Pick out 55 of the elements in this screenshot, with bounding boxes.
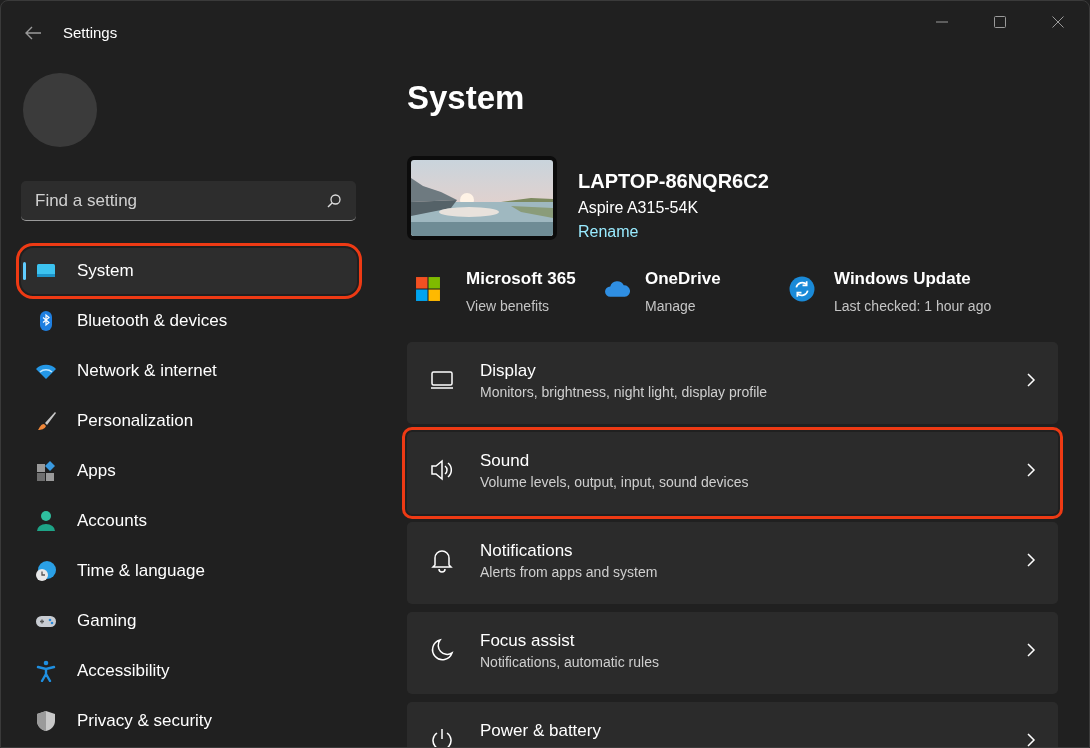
card-description: Volume levels, output, input, sound devices (480, 472, 749, 492)
sidebar-item[interactable]: Personalization (21, 398, 357, 444)
person-icon (35, 510, 57, 532)
globe-clock-icon (35, 560, 57, 582)
back-arrow-icon (24, 26, 42, 40)
selection-indicator (23, 262, 26, 280)
window-title: Settings (63, 22, 118, 43)
sidebar-item[interactable]: Bluetooth & devices (21, 298, 357, 344)
sidebar-item[interactable]: Time & language (21, 548, 357, 594)
settings-card[interactable]: Focus assist Notifications, automatic rules (407, 611, 1058, 694)
sidebar-item[interactable]: Gaming (21, 598, 357, 644)
chevron-right-icon (1026, 461, 1036, 478)
settings-card[interactable]: Display Monitors, brightness, night light, display profile (407, 341, 1058, 424)
settings-card[interactable]: Power & battery (407, 701, 1058, 747)
minimize-icon (936, 21, 948, 23)
search-field[interactable]: Find a setting (21, 181, 356, 221)
sidebar-item[interactable]: Accessibility (21, 648, 357, 694)
moon-icon (429, 636, 455, 663)
card-description: Notifications, automatic rules (480, 652, 659, 672)
chevron-right-icon (1026, 551, 1036, 568)
maximize-icon (994, 16, 1006, 28)
chevron-right-icon (1026, 731, 1036, 747)
sidebar-item[interactable]: Apps (21, 448, 357, 494)
sidebar-item[interactable]: Accounts (21, 498, 357, 544)
settings-card[interactable]: Notifications Alerts from apps and system (407, 521, 1058, 604)
quick-link-title[interactable]: Windows Update (834, 266, 992, 292)
quick-link-title[interactable]: OneDrive (645, 266, 721, 292)
card-title: Focus assist (480, 629, 576, 652)
card-title: Power & battery (480, 719, 601, 742)
quick-link-title[interactable]: Microsoft 365 (466, 266, 576, 292)
power-icon (429, 726, 455, 747)
apps-icon (35, 460, 57, 482)
sidebar-item[interactable]: Network & internet (21, 348, 357, 394)
sync-icon (789, 276, 815, 302)
card-title: Notifications (480, 539, 574, 562)
card-title: Display (480, 359, 537, 382)
shield-icon (35, 710, 57, 732)
accessibility-icon (35, 660, 57, 682)
brush-icon (35, 410, 57, 432)
chevron-right-icon (1026, 371, 1036, 388)
device-model: Aspire A315-54K (578, 198, 700, 218)
quick-link-subtitle[interactable]: View benefits (466, 295, 576, 317)
windows-logo-icon (415, 276, 441, 302)
sidebar-item[interactable]: Privacy & security (21, 698, 357, 744)
card-description: Monitors, brightness, night light, display profile (480, 382, 768, 402)
card-title: Sound (480, 449, 531, 472)
page-title: System (407, 79, 526, 117)
card-description: Alerts from apps and system (480, 562, 658, 582)
search-icon (326, 193, 342, 209)
quick-link-subtitle[interactable]: Manage (645, 295, 721, 317)
rename-link[interactable]: Rename (578, 220, 639, 244)
close-icon (1052, 16, 1064, 28)
chevron-right-icon (1026, 641, 1036, 658)
device-name: LAPTOP-86NQR6C2 (578, 169, 769, 194)
quick-link-subtitle[interactable]: Last checked: 1 hour ago (834, 295, 992, 317)
